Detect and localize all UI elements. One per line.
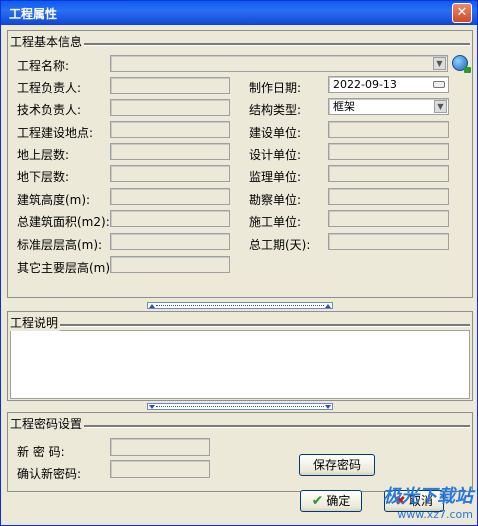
- project-manager-label: 工程负责人:: [17, 81, 82, 95]
- location-label: 工程建设地点:: [17, 126, 94, 140]
- watermark-brand: 极光下载站: [383, 486, 473, 507]
- ok-button[interactable]: ✔ 确定: [300, 490, 362, 512]
- panel-splitter[interactable]: [147, 403, 333, 410]
- expand-down-icon: [325, 405, 331, 409]
- expand-down-icon: [149, 405, 155, 409]
- building-height-label: 建筑高度(m):: [17, 193, 91, 207]
- basic-info-title: 工程基本信息: [10, 33, 85, 50]
- total-area-label: 总建筑面积(m2):: [17, 215, 110, 229]
- calendar-icon[interactable]: [433, 81, 445, 88]
- floors-below-input[interactable]: [110, 165, 230, 182]
- std-floor-height-label: 标准层层高(m):: [17, 238, 103, 252]
- confirm-password-input[interactable]: [110, 460, 210, 478]
- section-divider: [10, 324, 470, 327]
- created-date-picker[interactable]: 2022-09-13: [328, 76, 449, 93]
- project-name-combobox[interactable]: ▼: [110, 55, 448, 72]
- tech-manager-input[interactable]: [110, 99, 230, 116]
- close-button[interactable]: ✕: [452, 3, 472, 23]
- other-floor-height-label: 其它主要层高(m):: [17, 261, 115, 275]
- builder-unit-label: 建设单位:: [249, 126, 302, 140]
- floors-above-label: 地上层数:: [17, 148, 70, 162]
- builder-unit-input[interactable]: [328, 121, 449, 138]
- description-title: 工程说明: [10, 314, 61, 331]
- check-icon: ✔: [311, 493, 324, 509]
- watermark-url: www.xz7.com: [397, 508, 473, 521]
- building-height-input[interactable]: [110, 188, 230, 205]
- other-floor-height-input[interactable]: [110, 256, 230, 273]
- total-duration-input[interactable]: [328, 233, 449, 250]
- chevron-down-icon[interactable]: ▼: [433, 57, 446, 70]
- survey-unit-input[interactable]: [328, 188, 449, 205]
- expand-up-icon: [325, 304, 331, 308]
- survey-unit-label: 勘察单位:: [249, 193, 302, 207]
- title-bar[interactable]: 工程属性 ✕: [1, 1, 477, 25]
- floors-above-input[interactable]: [110, 143, 230, 160]
- supervisor-unit-label: 监理单位:: [249, 170, 302, 184]
- new-password-label: 新 密 码:: [17, 445, 65, 459]
- supervisor-unit-input[interactable]: [328, 165, 449, 182]
- construction-unit-input[interactable]: [328, 210, 449, 227]
- chevron-down-icon[interactable]: ▼: [434, 100, 447, 113]
- project-manager-input[interactable]: [110, 77, 230, 94]
- structure-type-select[interactable]: 框架 ▼: [328, 98, 449, 115]
- structure-type-label: 结构类型:: [249, 103, 302, 117]
- std-floor-height-input[interactable]: [110, 233, 230, 250]
- description-textarea[interactable]: [10, 330, 470, 399]
- total-duration-label: 总工期(天):: [249, 238, 311, 252]
- expand-up-icon: [149, 304, 155, 308]
- globe-icon[interactable]: [452, 55, 471, 73]
- total-area-input[interactable]: [110, 210, 230, 227]
- project-name-label: 工程名称:: [17, 59, 70, 73]
- location-input[interactable]: [110, 121, 230, 138]
- project-properties-window: 工程属性 ✕ 工程基本信息 工程名称: ▼ 工程负责人: 技术负责人: 工程建设…: [0, 0, 478, 526]
- window-title: 工程属性: [9, 7, 58, 21]
- tech-manager-label: 技术负责人:: [17, 103, 82, 117]
- created-date-label: 制作日期:: [249, 81, 302, 95]
- panel-splitter[interactable]: [147, 302, 333, 309]
- new-password-input[interactable]: [110, 438, 210, 456]
- password-title: 工程密码设置: [10, 415, 85, 432]
- design-unit-input[interactable]: [328, 143, 449, 160]
- construction-unit-label: 施工单位:: [249, 215, 302, 229]
- design-unit-label: 设计单位:: [249, 148, 302, 162]
- watermark: 极光下载站 www.xz7.com: [383, 482, 473, 521]
- confirm-password-label: 确认新密码:: [17, 467, 82, 481]
- floors-below-label: 地下层数:: [17, 170, 70, 184]
- save-password-button[interactable]: 保存密码: [299, 454, 375, 476]
